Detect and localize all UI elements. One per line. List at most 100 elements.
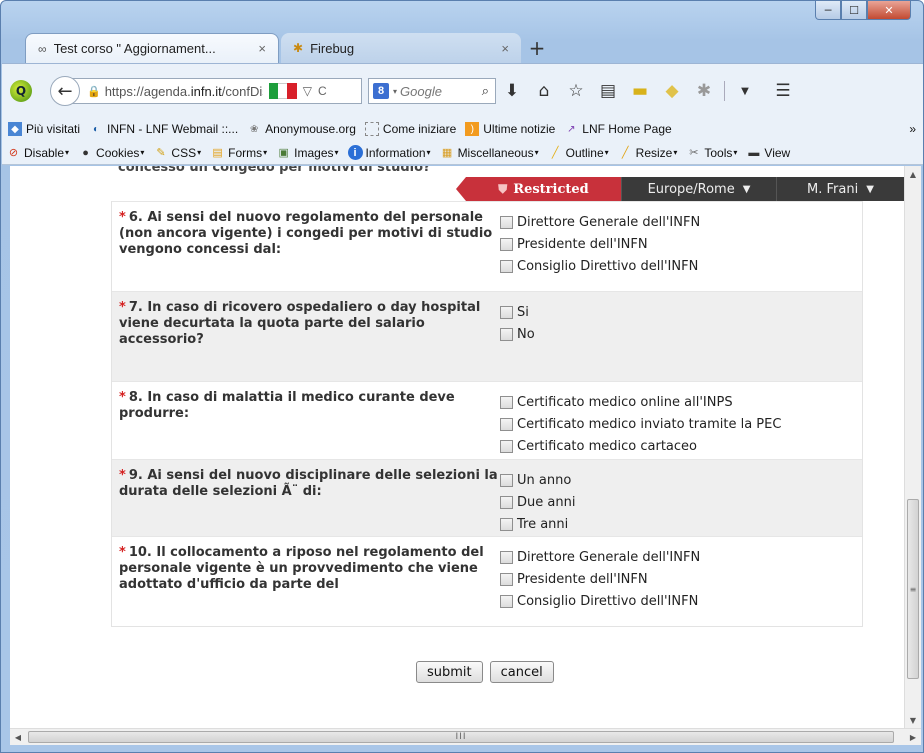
user-menu[interactable]: M. Frani ▼ [776, 177, 904, 201]
option[interactable]: Certificato medico cartaceo [500, 435, 781, 457]
checkbox[interactable] [500, 439, 513, 453]
devbar-forms[interactable]: ▤ Forms ▾ [210, 145, 267, 160]
scroll-down-icon[interactable]: ▼ [905, 712, 921, 728]
anonymouse-icon: ❀ [249, 123, 259, 135]
firebug-toolbar-icon[interactable]: ✱ [688, 81, 720, 101]
devbar-outline[interactable]: ╱ Outline ▾ [548, 145, 609, 160]
devbar-resize[interactable]: ╱ Resize ▾ [618, 145, 678, 160]
bookmark-item[interactable]: Come iniziare [364, 122, 456, 136]
search-bar[interactable]: 8 ▾ Google ⌕ [368, 78, 496, 104]
menu-icon[interactable]: ☰ [767, 81, 799, 101]
checkbox[interactable] [500, 259, 513, 273]
option[interactable]: Presidente dell'INFN [500, 233, 700, 255]
reload-icon[interactable]: C [318, 84, 327, 98]
vertical-scrollbar[interactable]: ▲ ≡ ▼ [904, 166, 921, 728]
addon-folder-icon[interactable]: ◆ [656, 81, 688, 101]
option[interactable]: Si [500, 301, 535, 323]
option-label: Consiglio Direttivo dell'INFN [517, 593, 699, 609]
scroll-up-icon[interactable]: ▲ [905, 166, 921, 182]
option[interactable]: Consiglio Direttivo dell'INFN [500, 255, 700, 277]
bookmark-item[interactable]: ◆ Più visitati [8, 122, 80, 136]
close-tab-icon[interactable]: × [258, 41, 266, 56]
devbar-css[interactable]: ✎ CSS ▾ [153, 145, 201, 160]
chevron-down-icon[interactable]: ▼ [729, 86, 761, 97]
checkbox[interactable] [500, 215, 513, 229]
option[interactable]: Consiglio Direttivo dell'INFN [500, 590, 700, 612]
checkbox[interactable] [500, 395, 513, 409]
vertical-scroll-thumb[interactable]: ≡ [907, 499, 919, 679]
checkbox[interactable] [500, 517, 513, 531]
tab-test-corso[interactable]: ∞ Test corso " Aggiornament... × [25, 33, 279, 63]
checkbox[interactable] [500, 237, 513, 251]
addon-yellow-icon[interactable]: ▬ [624, 81, 656, 101]
scroll-left-icon[interactable]: ◀ [10, 729, 26, 745]
back-button[interactable]: ← [50, 76, 80, 106]
maximize-button[interactable]: ☐ [841, 1, 867, 20]
devbar-images[interactable]: ▣ Images ▾ [276, 145, 338, 160]
minimize-button[interactable]: ─ [815, 1, 841, 20]
question-row: * 10. Il collocamento a riposo nel regola… [112, 536, 862, 626]
option[interactable]: Presidente dell'INFN [500, 568, 700, 590]
checkbox[interactable] [500, 572, 513, 586]
checkbox[interactable] [500, 305, 513, 319]
devbar-miscellaneous[interactable]: ▦ Miscellaneous ▾ [440, 145, 539, 160]
page-viewport: concesso un congedo per motivi di studio… [10, 166, 904, 728]
devbar-tools[interactable]: ✂ Tools ▾ [686, 145, 737, 160]
checkbox[interactable] [500, 473, 513, 487]
close-window-button[interactable]: ✕ [867, 1, 911, 20]
checkbox[interactable] [500, 594, 513, 608]
url-bar[interactable]: 🔒 https://agenda.infn.it/confDispla ▽ C [66, 78, 362, 104]
search-icon[interactable]: ⌕ [482, 83, 489, 99]
bookmark-star-icon[interactable]: ☆ [560, 81, 592, 101]
search-engine-icon[interactable]: 8 [373, 83, 389, 99]
bookmark-item[interactable]: ◐ INFN - LNF Webmail ::... [89, 122, 238, 136]
download-icon[interactable]: ⬇ [496, 81, 528, 101]
checkbox[interactable] [500, 550, 513, 564]
checkbox[interactable] [500, 417, 513, 431]
horizontal-scroll-thumb[interactable]: III [28, 731, 894, 743]
timezone-selector[interactable]: Europe/Rome ▼ [621, 177, 776, 201]
close-tab-icon[interactable]: × [501, 41, 509, 56]
checkbox[interactable] [500, 327, 513, 341]
chevron-down-icon[interactable]: ▾ [393, 87, 397, 96]
submit-button[interactable]: submit [416, 661, 483, 683]
shield-icon: ⛊ [498, 181, 508, 196]
bookmark-item[interactable]: ↗ LNF Home Page [564, 122, 672, 136]
answer-options: Direttore Generale dell'INFN Presidente … [500, 537, 700, 626]
devbar-information[interactable]: i Information ▾ [347, 145, 431, 160]
devbar-cookies[interactable]: ● Cookies ▾ [78, 145, 144, 160]
more-bookmarks-icon[interactable]: » [909, 122, 916, 136]
bookmark-item[interactable]: ❀ Anonymouse.org [247, 122, 356, 136]
bookmarks-list-icon[interactable]: ▤ [592, 81, 624, 101]
option[interactable]: Due anni [500, 491, 575, 513]
dropdown-arrow-icon[interactable]: ▽ [303, 84, 312, 98]
checkbox[interactable] [500, 495, 513, 509]
resize-icon: ╱ [621, 147, 629, 159]
new-tab-button[interactable]: + [521, 33, 553, 63]
tab-firebug[interactable]: ✱ Firebug × [281, 33, 521, 63]
form-buttons: submit cancel [416, 661, 561, 683]
devbar-disable[interactable]: ⊘ Disable ▾ [6, 145, 69, 160]
home-icon[interactable]: ⌂ [528, 81, 560, 101]
devbar-label: Images [294, 145, 334, 160]
option[interactable]: No [500, 323, 535, 345]
option-label: Direttore Generale dell'INFN [517, 549, 701, 565]
option[interactable]: Direttore Generale dell'INFN [500, 211, 700, 233]
option[interactable]: Certificato medico online all'INPS [500, 391, 781, 413]
answer-options: Direttore Generale dell'INFN Presidente … [500, 202, 700, 291]
addon-logo-icon[interactable]: Q [10, 80, 32, 102]
lnf-icon: ↗ [567, 123, 576, 135]
question-text: * 8. In caso di malattia il medico curant… [119, 390, 455, 421]
horizontal-scrollbar[interactable]: ◀ III ▶ [10, 728, 921, 745]
css-icon: ✎ [156, 147, 166, 159]
italy-flag-icon [268, 83, 297, 99]
lock-icon: 🔒 [87, 85, 101, 98]
scroll-right-icon[interactable]: ▶ [905, 729, 921, 745]
option[interactable]: Tre anni [500, 513, 575, 535]
cancel-button[interactable]: cancel [489, 661, 554, 683]
bookmark-item[interactable]: ) Ultime notizie [465, 122, 555, 136]
option[interactable]: Certificato medico inviato tramite la PE… [500, 413, 781, 435]
devbar-view[interactable]: ▬ View [746, 145, 790, 160]
option[interactable]: Direttore Generale dell'INFN [500, 546, 700, 568]
option[interactable]: Un anno [500, 469, 575, 491]
